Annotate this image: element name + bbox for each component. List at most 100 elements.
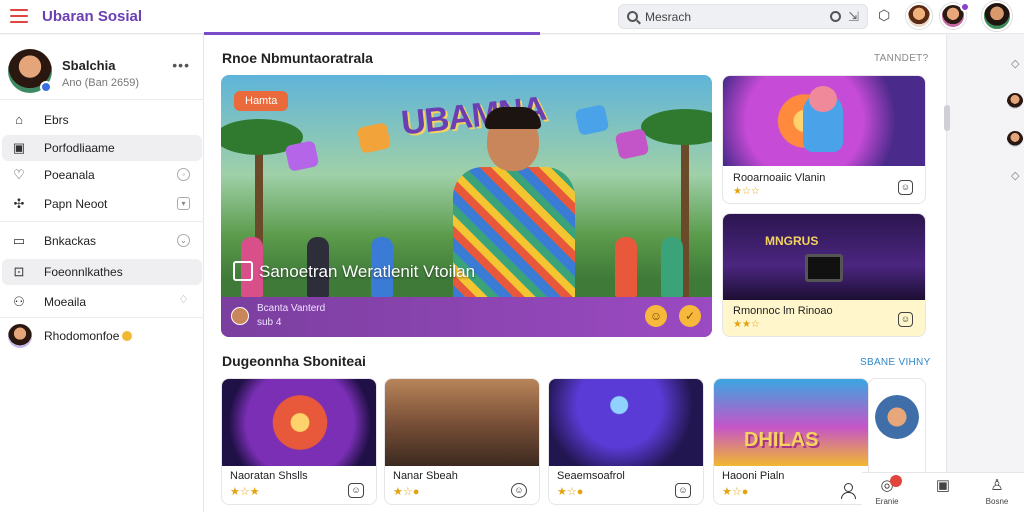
stage-screen <box>805 254 843 282</box>
sidebar-item-groups[interactable]: ⚇ Moeaila ♢ <box>2 289 202 315</box>
tab-label: Eranie <box>875 497 899 506</box>
search-icon <box>627 11 638 22</box>
sidebar-item-favorites[interactable]: ♡ Poeanala ◦ <box>2 162 202 188</box>
scrollbar[interactable] <box>944 105 950 131</box>
mascot-figure <box>803 86 843 152</box>
right-rail: ◇ ◇ <box>944 35 1024 512</box>
search-input[interactable]: Mesrach <box>645 10 691 24</box>
author-meta: sub 4 <box>257 317 282 328</box>
tab-saved[interactable]: ▣ <box>918 477 968 511</box>
notification-badge <box>890 475 902 487</box>
tab-label: Bosne <box>985 497 1009 506</box>
app-brand[interactable]: Ubaran Sosial <box>42 8 142 25</box>
content-card[interactable]: Naoratan Shslls ★☆★ ☺ <box>221 378 377 505</box>
puzzle-icon: ✣ <box>13 196 25 211</box>
rating-stars: ★☆★ <box>230 486 260 498</box>
sidebar-item-label: Foeonnlkathes <box>44 265 123 279</box>
sidebar-item-label: Porfodliaame <box>44 141 115 155</box>
reaction-button[interactable]: ☺ <box>675 483 691 498</box>
see-all-link[interactable]: SBANE VIHNY <box>860 357 931 368</box>
rating-stars: ★☆● <box>557 486 584 498</box>
menu-icon[interactable] <box>10 9 28 23</box>
see-all-link[interactable]: TANNDET? <box>874 53 928 64</box>
stage-art-title: MNGRUS <box>765 234 819 248</box>
sidebar-item-contact[interactable]: Rhodomonfoe <box>2 323 202 349</box>
hero-footer: Bcanta Vanterd sub 4 ☺ ✓ <box>221 297 712 337</box>
crowd-figure <box>661 237 683 297</box>
card-image <box>723 76 925 166</box>
group-icon: ⚇ <box>13 294 25 309</box>
toy-decoration <box>356 122 392 154</box>
card-image: DHILAS <box>714 379 868 466</box>
main-content: Rnoe Nbmuntaoratrala TANNDET? UBAMNA Ham… <box>204 35 946 512</box>
card-image: MNGRUS <box>723 214 925 300</box>
content-card[interactable]: Seaemsoafrol ★☆● ☺ <box>548 378 704 505</box>
card-title: Seaemsoafrol <box>557 470 625 482</box>
sidebar-item-events[interactable]: ⊡ Foeonnlkathes <box>2 259 202 285</box>
search-bar[interactable]: Mesrach ⇲ <box>618 4 868 29</box>
like-icon[interactable]: ✓ <box>679 305 701 327</box>
sidebar: Sbalchia Ano (Ban 2659) ••• ⌂ Ebrs ▣ Por… <box>0 35 204 512</box>
crowd-figure <box>615 237 637 297</box>
chevron-down-icon[interactable]: ⌄ <box>177 234 190 247</box>
card-title: Rmonnoc lm Rinoao <box>733 305 833 317</box>
toy-decoration <box>614 128 650 160</box>
card-image <box>549 379 703 466</box>
category-tag[interactable]: Hamta <box>234 91 289 111</box>
tab-profile[interactable]: ♙ Bosne <box>972 477 1022 511</box>
content-card[interactable]: DHILAS Haooni Pialn ★☆● <box>713 378 869 505</box>
expand-icon[interactable]: ▾ <box>177 197 190 210</box>
coin-icon <box>122 331 133 341</box>
side-card[interactable]: Rooarnoaiic Vlanin ★☆☆ ☺ <box>722 75 926 204</box>
group-photo <box>875 395 919 439</box>
divider <box>0 317 204 318</box>
sidebar-item-label: Ebrs <box>44 113 69 127</box>
profile-name: Sbalchia <box>62 58 116 73</box>
sidebar-item-home[interactable]: ⌂ Ebrs <box>2 107 202 133</box>
bookmark-icon: ▭ <box>12 233 26 248</box>
search-submit-icon[interactable] <box>830 11 841 22</box>
avatar <box>8 324 32 348</box>
sidebar-item-label: Poeanala <box>44 168 95 182</box>
diamond-icon[interactable]: ◇ <box>1011 57 1019 70</box>
reaction-button[interactable]: ☺ <box>348 483 364 498</box>
profile-subtitle: Ano (Ban 2659) <box>62 77 140 89</box>
bottom-tab-bar: ◎ Eranie ▣ ♙ Bosne <box>862 472 1024 512</box>
reaction-button[interactable]: ☺ <box>511 483 527 498</box>
sidebar-item-games[interactable]: ✣ Papn Neoot ▾ <box>2 191 202 217</box>
avatar[interactable] <box>906 3 932 29</box>
author-name: Bcanta Vanterd <box>257 303 326 314</box>
side-card[interactable]: MNGRUS Rmonnoc lm Rinoao ★★☆ ☺ <box>722 213 926 337</box>
person-icon[interactable] <box>840 483 856 499</box>
section-title: Rnoe Nbmuntaoratrala <box>222 50 373 66</box>
hero-caption-text: Sanoetran Weratlenit Vtoilan <box>259 262 476 281</box>
profile-card[interactable]: Sbalchia Ano (Ban 2659) ••• <box>8 49 198 97</box>
rating-stars: ★★☆ <box>733 319 760 330</box>
avatar[interactable] <box>231 307 249 325</box>
more-options-icon[interactable]: ••• <box>172 57 190 73</box>
card-title: Haooni Pialn <box>722 470 785 482</box>
notification-icon[interactable]: ⬡ <box>878 7 890 24</box>
reaction-icon[interactable]: ☺ <box>645 305 667 327</box>
user-avatar[interactable] <box>982 1 1012 31</box>
divider <box>0 99 204 100</box>
filter-icon[interactable]: ⇲ <box>848 9 859 25</box>
avatar[interactable] <box>1007 131 1023 147</box>
toggle-icon[interactable]: ◦ <box>177 168 190 181</box>
top-bar: Ubaran Sosial Mesrach ⇲ ⬡ <box>0 0 1024 35</box>
settings-icon[interactable]: ◇ <box>1011 169 1019 182</box>
sidebar-item-saved[interactable]: ▭ Bnkackas ⌄ <box>2 228 202 254</box>
sidebar-item-label: Papn Neoot <box>44 197 108 211</box>
featured-card[interactable]: UBAMNA Hamta Sanoetran Weratlenit Vtoila… <box>221 75 712 337</box>
sidebar-item-photos[interactable]: ▣ Porfodliaame <box>2 135 202 161</box>
card-image <box>385 379 539 466</box>
avatar[interactable] <box>1007 93 1023 109</box>
toy-decoration <box>284 140 320 172</box>
reaction-button[interactable]: ☺ <box>898 180 913 195</box>
tab-explore[interactable]: ◎ Eranie <box>862 475 912 511</box>
content-card[interactable]: Nanar Sbeah ★☆● ☺ <box>384 378 540 505</box>
heart-icon: ♡ <box>13 167 25 182</box>
reaction-button[interactable]: ☺ <box>898 312 913 327</box>
sidebar-item-label: Moeaila <box>44 295 87 309</box>
card-title: Nanar Sbeah <box>393 470 458 482</box>
